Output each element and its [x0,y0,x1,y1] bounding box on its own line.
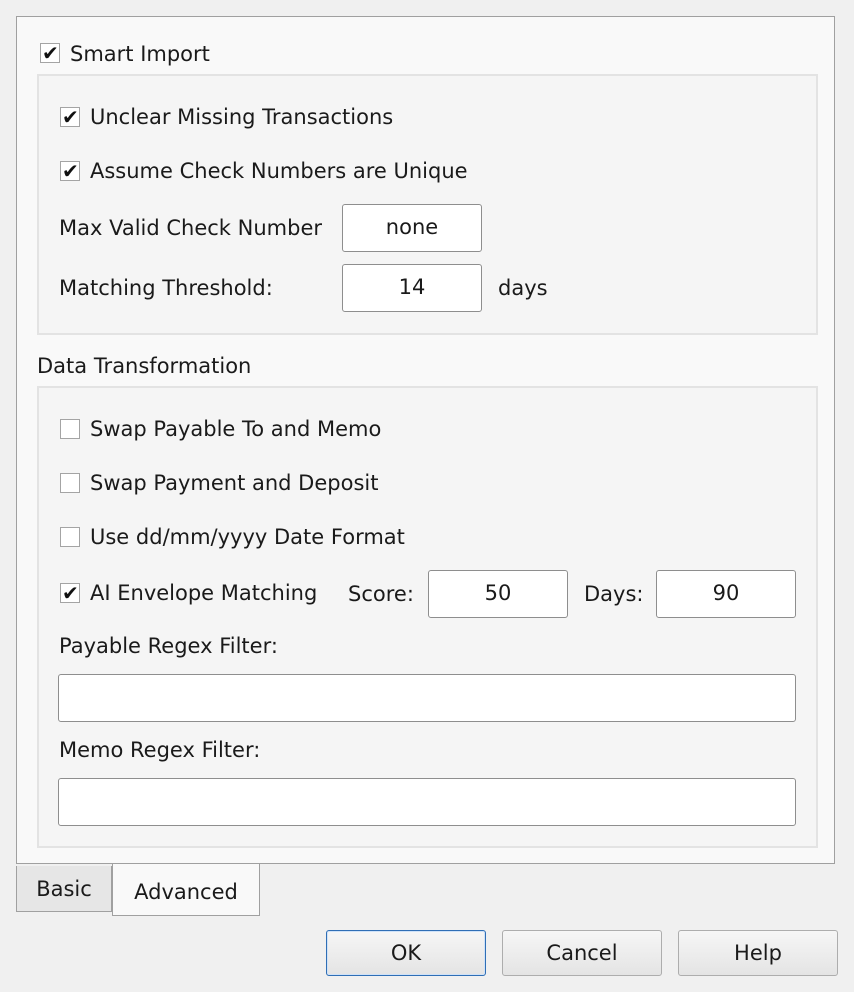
ok-button[interactable]: OK [326,930,486,976]
check-icon: ✔ [62,159,79,183]
days-input[interactable]: 90 [656,570,796,618]
threshold-label: Matching Threshold: [59,276,273,300]
cancel-button[interactable]: Cancel [502,930,662,976]
max-valid-label: Max Valid Check Number [59,216,323,240]
threshold-unit: days [498,276,548,300]
threshold-input[interactable]: 14 [342,264,482,312]
swap-payable-label: Swap Payable To and Memo [90,417,382,441]
assume-unique-label: Assume Check Numbers are Unique [90,159,468,183]
payable-filter-label: Payable Regex Filter: [59,634,278,658]
unclear-missing-checkbox[interactable]: ✔ [60,105,80,129]
data-transformation-title: Data Transformation [37,354,252,378]
smart-import-label: Smart Import [70,42,210,66]
payable-filter-input[interactable] [58,674,796,722]
help-button[interactable]: Help [678,930,838,976]
date-format-checkbox[interactable] [60,527,80,547]
ai-matching-label: AI Envelope Matching [90,581,318,605]
ai-matching-checkbox[interactable]: ✔ [60,581,80,605]
days-label: Days: [584,582,644,606]
swap-payable-checkbox[interactable] [60,419,80,439]
tab-basic-label: Basic [36,877,92,901]
max-valid-input[interactable]: none [342,204,482,252]
check-icon: ✔ [62,105,79,129]
memo-filter-input[interactable] [58,778,796,826]
tab-basic[interactable]: Basic [16,866,112,912]
smart-import-checkbox[interactable]: ✔ [40,41,60,65]
swap-payment-checkbox[interactable] [60,473,80,493]
unclear-missing-label: Unclear Missing Transactions [90,105,394,129]
check-icon: ✔ [42,41,59,65]
check-icon: ✔ [62,581,79,605]
swap-payment-label: Swap Payment and Deposit [90,471,379,495]
memo-filter-label: Memo Regex Filter: [59,738,261,762]
score-input[interactable]: 50 [428,570,568,618]
date-format-label: Use dd/mm/yyyy Date Format [90,525,405,549]
score-label: Score: [348,582,414,606]
assume-unique-checkbox[interactable]: ✔ [60,159,80,183]
tab-advanced[interactable]: Advanced [112,864,260,916]
tab-advanced-label: Advanced [134,880,238,904]
